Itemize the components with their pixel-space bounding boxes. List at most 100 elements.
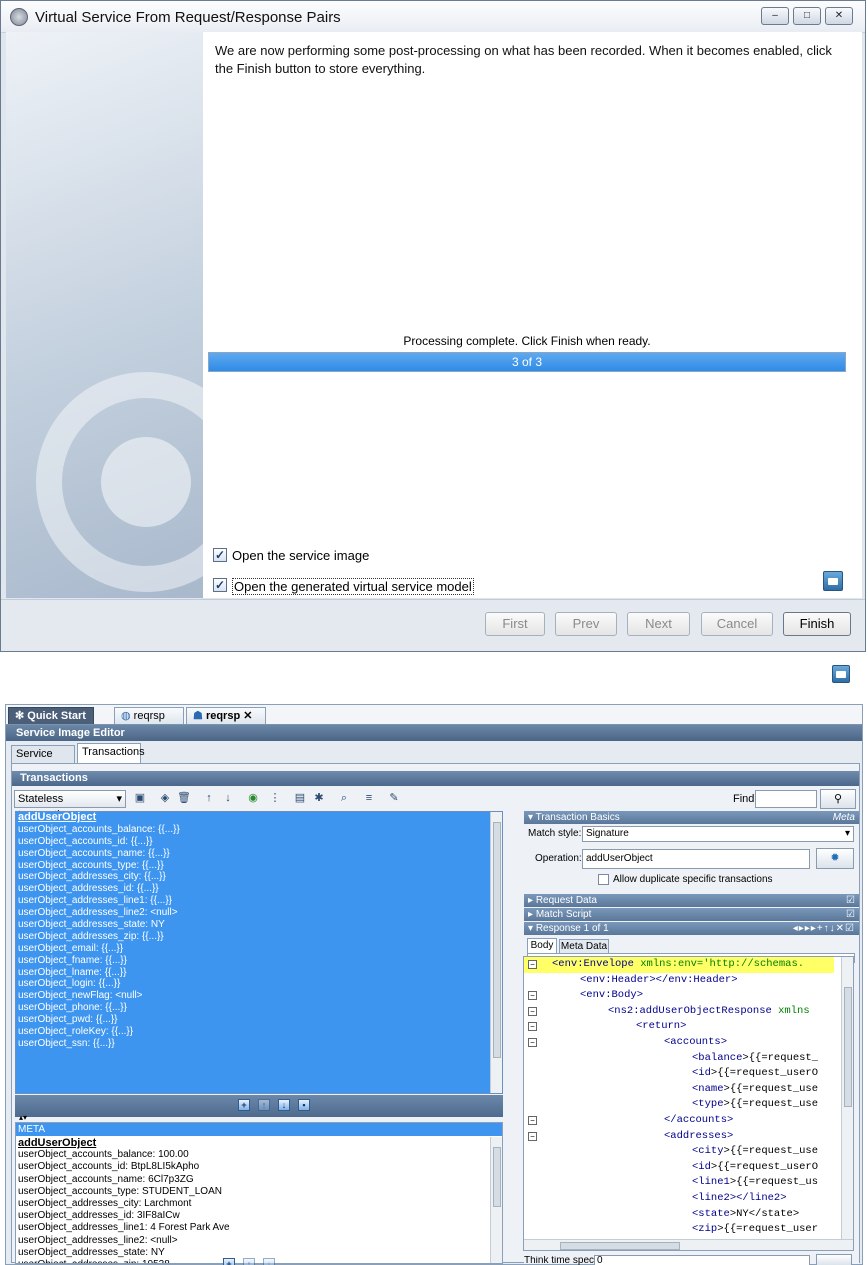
list-item[interactable]: userObject_accounts_balance: {{...}} — [16, 824, 502, 836]
list-item[interactable]: userObject_ssn: {{...}} — [16, 1038, 502, 1050]
list-item[interactable]: userObject_roleKey: {{...}} — [16, 1026, 502, 1038]
finish-button[interactable]: Finish — [783, 612, 851, 636]
match-style-select[interactable]: Signature ▾ — [582, 826, 854, 842]
list-item[interactable]: userObject_addresses_line2: <null> — [16, 907, 502, 919]
scroll-thumb[interactable] — [844, 987, 852, 1107]
list-scrollbar[interactable] — [490, 812, 502, 1093]
response-nav-icons[interactable]: ◂▸▸▸+↑↓✕☑ — [793, 922, 855, 935]
list-item[interactable]: userObject_addresses_zip: {{...}} — [16, 931, 502, 943]
database-icon[interactable]: ▤ — [293, 791, 307, 805]
move-up-icon[interactable]: ↑ — [258, 1099, 270, 1111]
edit-icon[interactable]: ☑ — [846, 908, 855, 921]
request-data-header[interactable]: ▸ Request Data ☑ — [524, 894, 859, 907]
list-item[interactable]: userObject_pwd: {{...}} — [16, 1014, 502, 1026]
list-item[interactable]: userObject_email: {{...}} — [16, 943, 502, 955]
move-up-icon[interactable]: ↑ — [243, 1258, 255, 1265]
subtab-transactions[interactable]: Transactions — [77, 743, 145, 763]
first-button[interactable]: First — [485, 612, 545, 636]
minimize-button[interactable]: – — [761, 7, 789, 25]
code-hscrollbar[interactable] — [524, 1239, 853, 1250]
list-item[interactable]: userObject_fname: {{...}} — [16, 955, 502, 967]
window-icon[interactable] — [823, 571, 843, 591]
prev-button[interactable]: Prev — [555, 612, 617, 636]
response-header[interactable]: ▾ Response 1 of 1 ◂▸▸▸+↑↓✕☑ — [524, 922, 859, 935]
list-item[interactable]: userObject_phone: {{...}} — [16, 1002, 502, 1014]
meta-row: userObject_accounts_type: STUDENT_LOAN — [18, 1185, 222, 1197]
tab-meta-data[interactable]: Meta Data — [559, 939, 609, 953]
scroll-thumb[interactable] — [493, 1147, 501, 1207]
add-icon[interactable]: + — [238, 1099, 250, 1111]
list-item[interactable]: addUserObject — [16, 812, 502, 824]
edit-icon[interactable]: ☑ — [846, 894, 855, 907]
fold-toggle[interactable]: − — [528, 1006, 537, 1016]
close-icon[interactable]: ✕ — [243, 710, 252, 722]
service-model-checkbox[interactable]: ✓ — [213, 578, 227, 592]
refresh-icon[interactable]: ◉ — [246, 791, 260, 805]
title-bar[interactable]: Virtual Service From Request/Response Pa… — [1, 1, 865, 33]
next-button[interactable]: Next — [627, 612, 690, 636]
response-body-editor[interactable]: <env:Envelope xmlns:env='http://schemas.… — [523, 956, 854, 1251]
format-icon[interactable]: ≡ — [362, 791, 376, 805]
fold-toggle[interactable]: − — [528, 960, 537, 969]
fold-toggle[interactable]: − — [528, 1131, 537, 1141]
list-item[interactable]: userObject_addresses_line1: {{...}} — [16, 895, 502, 907]
cancel-button[interactable]: Cancel — [701, 612, 773, 636]
search-icon[interactable]: ⌕ — [337, 791, 351, 805]
tab-reqrsp-2[interactable]: ☗ reqrsp ✕ — [186, 707, 266, 724]
meta-row: userObject_addresses_id: 3IF8aICw — [18, 1210, 180, 1222]
operation-field[interactable]: addUserObject — [582, 849, 810, 869]
list-item[interactable]: userObject_newFlag: <null> — [16, 990, 502, 1002]
fold-toggle[interactable]: − — [528, 1116, 537, 1125]
section-label: Match Script — [535, 909, 592, 920]
list-item[interactable]: userObject_addresses_city: {{...}} — [16, 871, 502, 883]
add-icon[interactable]: + — [223, 1258, 235, 1265]
service-image-checkbox[interactable]: ✓ — [213, 548, 227, 562]
think-time-field[interactable]: 0 — [594, 1255, 810, 1265]
close-button[interactable]: ✕ — [825, 7, 853, 25]
move-down-icon[interactable]: ↓ — [263, 1258, 275, 1265]
meta-scrollbar[interactable] — [490, 1137, 502, 1263]
maximize-button[interactable]: □ — [793, 7, 821, 25]
list-item[interactable]: userObject_accounts_id: {{...}} — [16, 836, 502, 848]
edit-icon[interactable]: ✎ — [387, 791, 401, 805]
transaction-list[interactable]: addUserObject userObject_accounts_balance… — [15, 811, 503, 1094]
match-script-header[interactable]: ▸ Match Script ☑ — [524, 908, 859, 921]
list-icon[interactable]: ⋮ — [268, 791, 282, 805]
find-input[interactable] — [755, 790, 817, 808]
fold-toggle[interactable]: − — [528, 1022, 537, 1032]
list-item[interactable]: userObject_addresses_id: {{...}} — [16, 883, 502, 895]
list-item[interactable]: userObject_lname: {{...}} — [16, 967, 502, 979]
splitter-handle[interactable]: ▴▾ — [19, 1114, 27, 1122]
window-icon[interactable] — [832, 665, 850, 683]
scroll-thumb[interactable] — [493, 822, 501, 1058]
add-icon[interactable]: ◈ — [158, 791, 172, 805]
tab-body[interactable]: Body — [527, 938, 557, 953]
tab-label: reqrsp — [133, 710, 165, 722]
move-up-icon[interactable]: ↑ — [202, 791, 216, 805]
code-scrollbar[interactable] — [841, 957, 853, 1239]
list-item[interactable]: userObject_addresses_state: NY — [16, 919, 502, 931]
tab-quick-start[interactable]: ✻ Quick Start — [8, 707, 94, 724]
gear-button[interactable]: ✹ — [816, 848, 854, 869]
list-item[interactable]: userObject_accounts_type: {{...}} — [16, 860, 502, 872]
binoculars-button[interactable]: ⚲ — [820, 789, 856, 809]
tab-reqrsp-1[interactable]: ◍ reqrsp ✕ — [114, 707, 184, 738]
list-item[interactable]: userObject_login: {{...}} — [16, 978, 502, 990]
save-icon[interactable]: ▣ — [133, 791, 147, 805]
fold-toggle[interactable]: − — [528, 1038, 537, 1047]
move-down-icon[interactable]: ↓ — [221, 791, 235, 805]
allow-duplicate-checkbox[interactable] — [598, 874, 609, 885]
transaction-basics-header[interactable]: ▾ Transaction Basics Meta — [524, 811, 859, 824]
section-label: Response 1 of 1 — [535, 923, 609, 934]
gear-icon[interactable]: ✱ — [312, 791, 326, 805]
fold-toggle[interactable]: − — [528, 991, 537, 1001]
scroll-thumb[interactable] — [560, 1242, 680, 1250]
list-item[interactable]: deleteUser — [16, 1093, 502, 1094]
gear-button[interactable] — [816, 1254, 852, 1265]
move-down-icon[interactable]: ↓ — [278, 1099, 290, 1111]
transaction-type-select[interactable]: Stateless transactions▾ — [14, 790, 126, 821]
delete-icon[interactable]: 🗑 — [177, 791, 191, 805]
delete-icon[interactable]: ▪ — [298, 1099, 310, 1111]
list-item[interactable]: userObject_accounts_name: {{...}} — [16, 848, 502, 860]
subtab-service-image[interactable]: Service Image — [11, 745, 75, 777]
